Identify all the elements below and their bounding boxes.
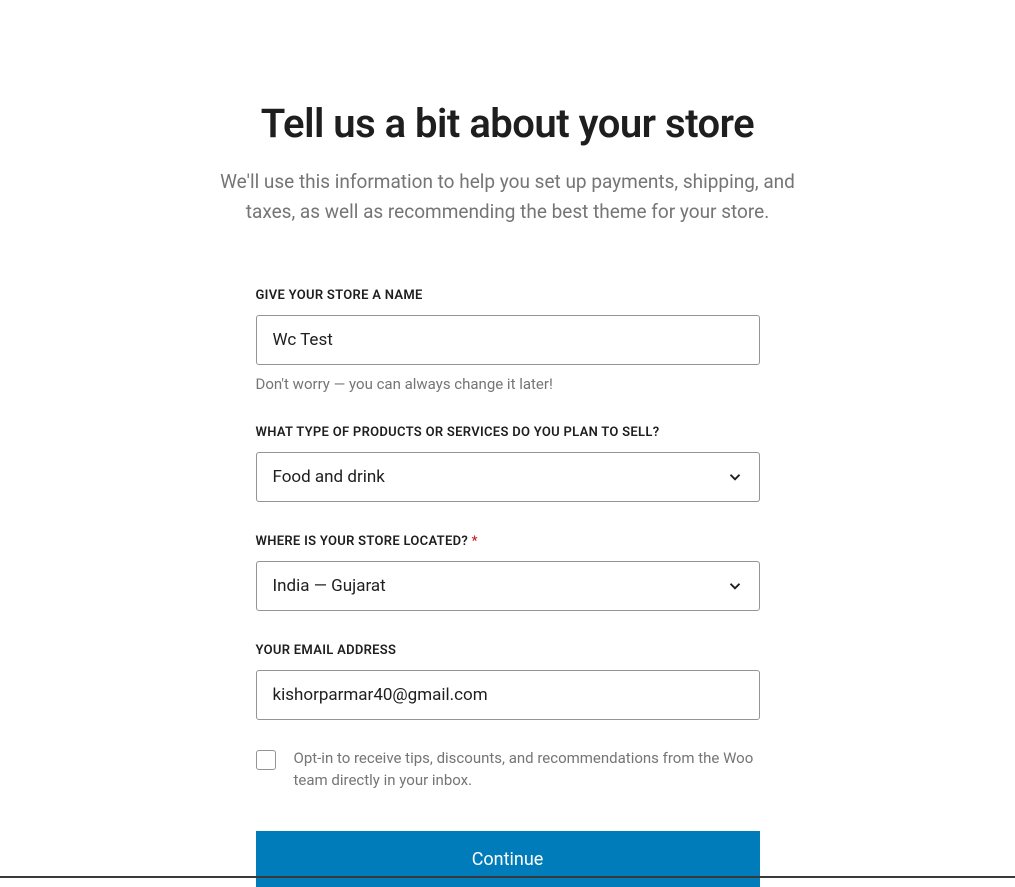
location-select[interactable]: India — Gujarat (256, 561, 760, 611)
continue-button[interactable]: Continue (256, 831, 760, 887)
page-heading: Tell us a bit about your store (261, 100, 754, 147)
page-subheading: We'll use this information to help you s… (203, 167, 813, 228)
location-value: India — Gujarat (256, 561, 760, 611)
store-name-input[interactable] (256, 315, 760, 365)
email-group: YOUR EMAIL ADDRESS (256, 643, 760, 720)
opt-in-row: Opt-in to receive tips, discounts, and r… (256, 748, 760, 792)
opt-in-checkbox[interactable] (256, 750, 276, 770)
location-label-text: WHERE IS YOUR STORE LOCATED? (256, 534, 469, 549)
email-label: YOUR EMAIL ADDRESS (256, 643, 760, 658)
product-type-label: WHAT TYPE OF PRODUCTS OR SERVICES DO YOU… (256, 425, 760, 440)
onboarding-container: Tell us a bit about your store We'll use… (0, 0, 1015, 887)
product-type-select[interactable]: Food and drink (256, 452, 760, 502)
location-label: WHERE IS YOUR STORE LOCATED? * (256, 534, 760, 549)
opt-in-label: Opt-in to receive tips, discounts, and r… (294, 748, 760, 792)
store-name-group: GIVE YOUR STORE A NAME Don't worry — you… (256, 288, 760, 393)
store-name-label: GIVE YOUR STORE A NAME (256, 288, 760, 303)
product-type-group: WHAT TYPE OF PRODUCTS OR SERVICES DO YOU… (256, 425, 760, 502)
onboarding-form: GIVE YOUR STORE A NAME Don't worry — you… (256, 288, 760, 887)
store-name-helper: Don't worry — you can always change it l… (256, 375, 760, 393)
required-asterisk: * (472, 534, 478, 549)
location-group: WHERE IS YOUR STORE LOCATED? * India — G… (256, 534, 760, 611)
email-input[interactable] (256, 670, 760, 720)
product-type-value: Food and drink (256, 452, 760, 502)
